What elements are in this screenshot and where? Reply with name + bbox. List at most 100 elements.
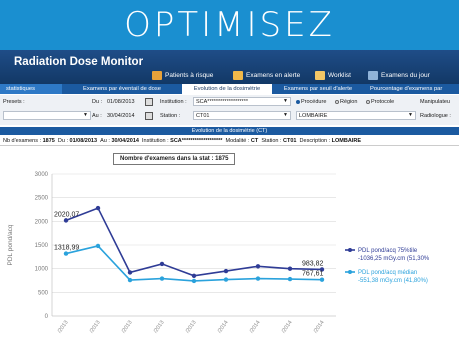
data-point [95,243,101,249]
banner-title: OPTIMISEZ [124,5,335,45]
y-tick-label: 2500 [35,196,49,202]
station-label: Station : [261,138,282,144]
data-point [191,273,197,278]
data-point [319,277,325,282]
series-line [65,207,323,277]
modalite-value: CT [250,138,259,144]
nav-label: Examens en alerte [246,71,301,79]
data-label: 983,82 [302,260,324,267]
nav-label: Examens du jour [381,71,430,79]
filter-panel: Presets : ▼ Du : 01/08/2013 Au : 30/04/2… [0,95,459,125]
station-value: CT01 [283,138,297,144]
institution-value: SCA******************* [170,138,223,144]
legend-series-value: -1036,25 mGy.cm (51,30% [358,256,430,262]
nav-examens-du-jour[interactable]: Examens du jour [368,67,430,83]
y-axis-label: PDL pond/acq [7,224,14,265]
nav-examens-en-alerte[interactable]: Examens en alerte [233,67,300,83]
y-tick-label: 0 [45,314,49,320]
tab-examens-par-eventail[interactable]: Examens par éventail de dose [62,84,182,94]
nav-label: Patients à risque [165,71,214,79]
x-tick-label: /2013 [57,320,70,335]
tab-statistiques[interactable]: statistiques [0,84,62,94]
nav-patients-a-risque[interactable]: Patients à risque [152,67,213,83]
region-select[interactable]: LOMBAIRE ▼ [296,111,416,120]
app-title: Radiation Dose Monitor [14,56,144,68]
nb-label: Nb d'examens : [3,138,42,144]
radio-icon [366,99,370,104]
app-header: Radiation Dose Monitor Patients à risque… [0,50,459,84]
legend-series-value: -551,38 mGy.cm (41,80%) [358,278,428,284]
au-label: Au : [100,138,110,144]
x-tick-label: /2014 [249,320,262,335]
radio-label: Région [340,99,358,105]
data-point [127,270,133,275]
data-point [287,276,293,282]
tab-pourcentage-examens[interactable]: Pourcentage d'examens par [364,84,459,94]
tab-bar: statistiques Examens par éventail de dos… [0,84,459,94]
institution-select[interactable]: SCA******************* ▼ [193,97,291,106]
patients-icon [152,70,162,80]
legend-marker [348,270,352,274]
y-tick-label: 2000 [35,219,49,225]
evolution-header: Evolution de la dosimétrie (CT) [0,127,459,135]
tab-examens-par-seuil[interactable]: Examens par seuil d'alerte [272,84,364,94]
chevron-down-icon: ▼ [408,112,413,118]
au-label: Au : [92,113,102,119]
station-value: CT01 [196,113,210,119]
du-label: Du : [92,99,103,105]
institution-value: SCA******************* [196,99,248,105]
modalite-label: Modalité : [225,138,250,144]
radio-region[interactable]: Région [335,99,357,105]
radio-label: Procédure [301,99,327,105]
data-point [127,277,133,283]
nav-label: Worklist [328,71,351,79]
station-select[interactable]: CT01 ▼ [193,111,291,120]
au-value: 30/04/2014 [111,138,139,144]
data-label: 767,61 [302,271,324,278]
du-label: Du : [57,138,68,144]
chevron-down-icon: ▼ [283,98,288,104]
data-point [255,276,261,281]
data-point [63,218,69,223]
data-label: 1318,99 [54,245,79,252]
alert-icon [233,70,243,80]
summary-line: Nb d'examens : 1875 Du : 01/08/2013 Au :… [0,137,459,146]
station-label: Station : [160,113,181,119]
data-point [255,264,261,269]
du-value: 01/08/2013 [69,138,98,144]
description-label: Description : [299,138,331,144]
data-point [159,261,165,267]
radiologue-label: Radiologue : [420,113,451,119]
radio-protocole[interactable]: Protocole [366,99,394,105]
radio-procedure[interactable]: Procédure [296,99,326,105]
data-point [95,205,101,211]
x-tick-label: /2013 [89,320,102,335]
presets-select[interactable]: ▼ [3,111,91,120]
institution-label: Institution : [142,138,169,144]
data-point [223,268,229,274]
legend-series-name: PDL pond/acq médian [358,270,417,276]
calendar-icon [368,70,378,80]
x-tick-label: /2014 [313,320,326,335]
data-point [191,278,197,284]
region-value: LOMBAIRE [299,113,328,119]
calendar-icon[interactable] [145,112,153,120]
x-tick-label: /2014 [217,320,230,335]
y-tick-label: 1500 [35,243,49,249]
nav-worklist[interactable]: Worklist [315,67,351,83]
data-point [63,251,69,256]
data-point [223,277,229,282]
folder-icon [315,70,325,80]
promo-banner: OPTIMISEZ [0,0,459,50]
tab-evolution-dosimetrie[interactable]: Evolution de la dosimétrie [182,84,272,94]
calendar-icon[interactable] [145,98,153,106]
chevron-down-icon: ▼ [283,112,288,118]
manipulateur-label: Manipulateu [420,99,450,105]
au-date-field[interactable]: 30/04/2014 [107,113,135,119]
data-point [287,266,293,271]
y-tick-label: 3000 [35,172,49,178]
du-date-field[interactable]: 01/08/2013 [107,99,135,105]
y-tick-label: 1000 [35,267,49,273]
x-tick-label: /2013 [185,320,198,335]
radio-selected-icon [296,99,300,104]
